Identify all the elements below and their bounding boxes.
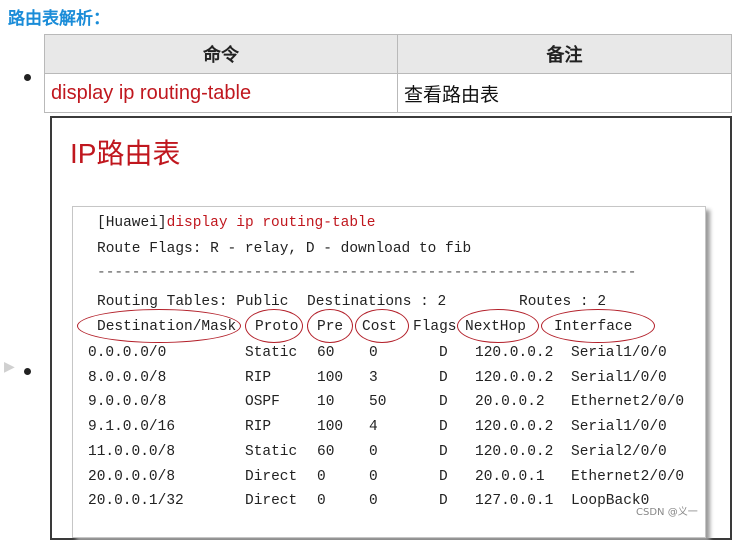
route-cell-destination: 8.0.0.0/8 — [88, 369, 167, 386]
slide-nav-arrow-icon[interactable]: ▶ — [4, 360, 18, 374]
route-cell-cost: 3 — [369, 369, 378, 386]
route-cell-interface: Ethernet2/0/0 — [571, 394, 685, 411]
route-cell-interface: Serial1/0/0 — [571, 345, 667, 361]
route-cell-cost: 0 — [369, 468, 378, 485]
route-cell-destination: 9.1.0.0/16 — [88, 419, 176, 436]
route-cell-destination: 20.0.0.0/8 — [88, 468, 176, 485]
route-cell-proto: Direct — [245, 493, 298, 510]
routing-tables-label: Routing Tables: Public — [97, 294, 289, 310]
route-cell-nexthop: 120.0.0.2 — [475, 345, 554, 361]
route-cell-interface: Ethernet2/0/0 — [571, 468, 685, 485]
route-cell-flags: D — [439, 493, 448, 510]
route-cell-destination: 20.0.0.1/32 — [88, 493, 184, 510]
bullet-icon — [24, 368, 31, 375]
route-cell-flags: D — [439, 369, 448, 386]
route-cell-flags: D — [439, 394, 448, 411]
route-cell-destination: 0.0.0.0/0 — [88, 345, 167, 361]
route-cell-destination: 11.0.0.0/8 — [88, 443, 176, 460]
route-cell-pre: 10 — [317, 394, 335, 411]
route-cell-flags: D — [439, 419, 448, 436]
command-cell: display ip routing-table — [44, 73, 398, 113]
bullet-icon — [24, 74, 31, 81]
route-cell-interface: Serial1/0/0 — [571, 369, 667, 386]
route-cell-pre: 60 — [317, 443, 335, 460]
route-cell-pre: 60 — [317, 345, 335, 361]
column-header-cost: Cost — [362, 319, 397, 335]
slide-title: IP路由表 — [70, 138, 181, 169]
command-text: display ip routing-table — [166, 215, 376, 231]
prompt: [Huawei] — [97, 215, 167, 231]
route-cell-pre: 0 — [317, 468, 326, 485]
route-cell-flags: D — [439, 345, 448, 361]
note-cell: 查看路由表 — [397, 73, 732, 113]
route-cell-cost: 4 — [369, 419, 378, 436]
table-row: display ip routing-table 查看路由表 — [44, 73, 732, 113]
column-header-interface: Interface — [554, 319, 633, 335]
route-cell-interface: Serial2/0/0 — [571, 443, 667, 460]
route-cell-flags: D — [439, 468, 448, 485]
terminal-output: [Huawei]display ip routing-table Route F… — [72, 206, 706, 538]
route-cell-pre: 100 — [317, 369, 344, 386]
route-cell-nexthop: 20.0.0.2 — [475, 394, 545, 411]
route-cell-proto: RIP — [245, 419, 272, 436]
route-cell-nexthop: 120.0.0.2 — [475, 369, 554, 386]
route-cell-cost: 0 — [369, 345, 378, 361]
route-cell-proto: RIP — [245, 369, 272, 386]
route-flags-line: Route Flags: R - relay, D - download to … — [97, 241, 472, 257]
column-header-proto: Proto — [255, 319, 299, 335]
route-cell-proto: OSPF — [245, 394, 280, 411]
route-cell-pre: 0 — [317, 493, 326, 510]
route-cell-proto: Static — [245, 443, 298, 460]
separator-line: ----------------------------------------… — [97, 265, 637, 281]
column-header-flags: Flags — [413, 319, 457, 335]
watermark: CSDN @义一 — [636, 507, 698, 518]
routes-count: Routes : 2 — [519, 294, 607, 310]
command-line: [Huawei]display ip routing-table — [97, 215, 375, 231]
section-heading: 路由表解析： — [8, 9, 110, 29]
command-table: 命令 备注 display ip routing-table 查看路由表 — [44, 34, 732, 113]
column-header-note: 备注 — [397, 34, 732, 74]
route-cell-proto: Direct — [245, 468, 298, 485]
route-cell-pre: 100 — [317, 419, 344, 436]
route-cell-cost: 50 — [369, 394, 387, 411]
route-cell-interface: Serial1/0/0 — [571, 419, 667, 436]
route-cell-nexthop: 127.0.0.1 — [475, 493, 554, 510]
route-cell-nexthop: 20.0.0.1 — [475, 468, 545, 485]
route-cell-nexthop: 120.0.0.2 — [475, 419, 554, 436]
route-cell-destination: 9.0.0.0/8 — [88, 394, 167, 411]
destinations-count: Destinations : 2 — [307, 294, 447, 310]
slide-panel: IP路由表 [Huawei]display ip routing-table R… — [50, 116, 732, 540]
column-header-destination: Destination/Mask — [97, 319, 237, 335]
route-cell-cost: 0 — [369, 443, 378, 460]
route-cell-proto: Static — [245, 345, 298, 361]
column-header-command: 命令 — [44, 34, 398, 74]
route-cell-nexthop: 120.0.0.2 — [475, 443, 554, 460]
route-cell-cost: 0 — [369, 493, 378, 510]
column-header-nexthop: NextHop — [465, 319, 526, 335]
column-header-pre: Pre — [317, 319, 344, 335]
route-cell-flags: D — [439, 443, 448, 460]
